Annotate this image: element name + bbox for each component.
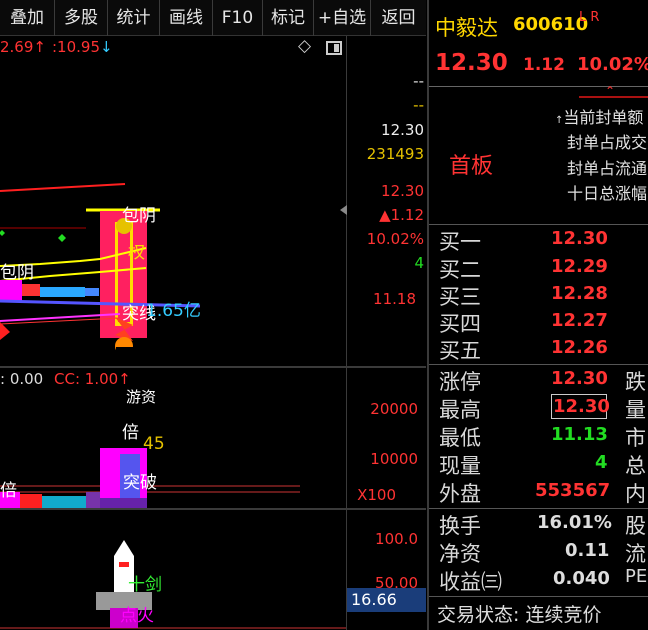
- capital-label: 1.65亿: [146, 301, 201, 321]
- limit-up-value: 12.30: [551, 368, 608, 389]
- f10-button[interactable]: F10: [213, 0, 263, 36]
- quote-right-label: 市: [625, 426, 646, 450]
- volume-label: 倍: [122, 423, 139, 443]
- collapse-bar: [579, 96, 648, 98]
- fundamental-label: 收益㈢: [439, 570, 502, 594]
- trade-status: 交易状态: 连续竞价: [437, 604, 602, 626]
- quote-label: 涨停: [439, 370, 481, 394]
- seal-info-label: 封单占流通: [567, 159, 648, 178]
- axis-value: 11.18: [373, 290, 416, 308]
- stock-code: 600610: [513, 14, 589, 35]
- volume-multiplier: X100: [357, 486, 396, 504]
- outer-volume-value: 553567: [535, 480, 611, 501]
- stock-name: 中毅达: [435, 16, 498, 40]
- lower-axis-value: 100.0: [375, 530, 418, 548]
- order-book-price[interactable]: 12.30: [551, 228, 608, 249]
- fundamental-right-label: 股: [625, 514, 646, 538]
- kline-chart-area[interactable]: 2.69↑ :10.95↓ ◇ -- -- 12.30 231493 12.30…: [0, 36, 426, 630]
- current-price: 12.30: [435, 50, 508, 76]
- lower-indicator-plot: [0, 540, 346, 629]
- turnover-value: 16.01%: [537, 512, 612, 533]
- multi-stock-button[interactable]: 多股: [55, 0, 108, 36]
- quote-right-label: 量: [625, 398, 646, 422]
- volume-plot: [0, 448, 300, 508]
- fundamental-right-label: PE: [625, 566, 648, 587]
- quote-label: 现量: [439, 454, 481, 478]
- overlay-button[interactable]: 叠加: [0, 0, 55, 36]
- axis-value: 231493: [366, 145, 424, 163]
- axis-value: --: [413, 96, 424, 114]
- quote-right-label: 跌: [625, 370, 646, 394]
- seal-info-label: 十日总涨幅: [567, 184, 648, 203]
- current-volume-value: 4: [595, 452, 608, 473]
- fundamental-label: 净资: [439, 542, 481, 566]
- statistics-button[interactable]: 统计: [108, 0, 160, 36]
- lower-label: 十剑: [128, 575, 162, 595]
- pattern-label: 包阴: [122, 206, 156, 226]
- order-book-label: 买二: [439, 258, 481, 282]
- order-book-price[interactable]: 12.28: [551, 283, 608, 304]
- order-book-price[interactable]: 12.29: [551, 256, 608, 277]
- order-book-label: 买一: [439, 230, 481, 254]
- axis-value: 12.30: [381, 121, 424, 139]
- volume-label: 45: [143, 434, 165, 454]
- mark-button[interactable]: 标记: [263, 0, 314, 36]
- eps-value: 0.040: [553, 568, 610, 589]
- fundamental-label: 换手: [439, 514, 481, 538]
- low-value: 11.13: [551, 424, 608, 445]
- quote-right-label: 总: [625, 454, 646, 478]
- price-change: 1.12: [523, 55, 565, 75]
- high-value: 12.30: [553, 396, 610, 417]
- back-button[interactable]: 返回: [371, 0, 426, 36]
- axis-value: 12.30: [381, 182, 424, 200]
- crosshair-value: 16.66: [351, 590, 397, 609]
- price-change-pct: 10.02%: [577, 54, 648, 75]
- volume-label: 游资: [126, 388, 157, 406]
- axis-value: 4: [414, 254, 424, 272]
- seal-info-label: 封单占成交: [567, 133, 648, 152]
- pattern-label: 权: [128, 243, 145, 263]
- order-book-price[interactable]: 12.26: [551, 337, 608, 358]
- pattern-label: 包阴: [0, 263, 34, 283]
- quote-label: 最低: [439, 426, 481, 450]
- order-book-label: 买三: [439, 285, 481, 309]
- order-book-label: 买五: [439, 339, 481, 363]
- net-asset-value: 0.11: [565, 540, 610, 561]
- volume-axis-value: 20000: [370, 400, 418, 418]
- volume-label: 倍: [0, 481, 17, 501]
- add-watchlist-button[interactable]: +自选: [314, 0, 371, 36]
- draw-line-button[interactable]: 画线: [160, 0, 213, 36]
- axis-value: ▲1.12: [379, 206, 424, 224]
- volume-label: 突破: [123, 473, 157, 493]
- quote-right-label: 内: [625, 482, 646, 506]
- quote-label: 最高: [439, 398, 481, 422]
- order-book-label: 买四: [439, 312, 481, 336]
- quote-panel: 中毅达 600610 L R 12.30 1.12 10.02% ⌃ 首板 ↑当…: [427, 0, 648, 630]
- axis-value: 10.02%: [366, 230, 424, 248]
- volume-axis-value: 10000: [370, 450, 418, 468]
- fundamental-right-label: 流: [625, 542, 646, 566]
- order-book-price[interactable]: 12.27: [551, 310, 608, 331]
- quote-label: 外盘: [439, 482, 481, 506]
- axis-divider: [346, 36, 347, 630]
- crosshair-value-box: 16.66: [347, 588, 426, 612]
- stock-flags: L R: [579, 10, 600, 25]
- lower-label: 点火: [120, 606, 154, 626]
- seal-info-label: ↑当前封单额: [555, 108, 644, 127]
- board-label: 首板: [449, 154, 494, 179]
- toolbar: 叠加 多股 统计 画线 F10 标记 +自选 返回: [0, 0, 426, 36]
- axis-value: --: [413, 72, 424, 90]
